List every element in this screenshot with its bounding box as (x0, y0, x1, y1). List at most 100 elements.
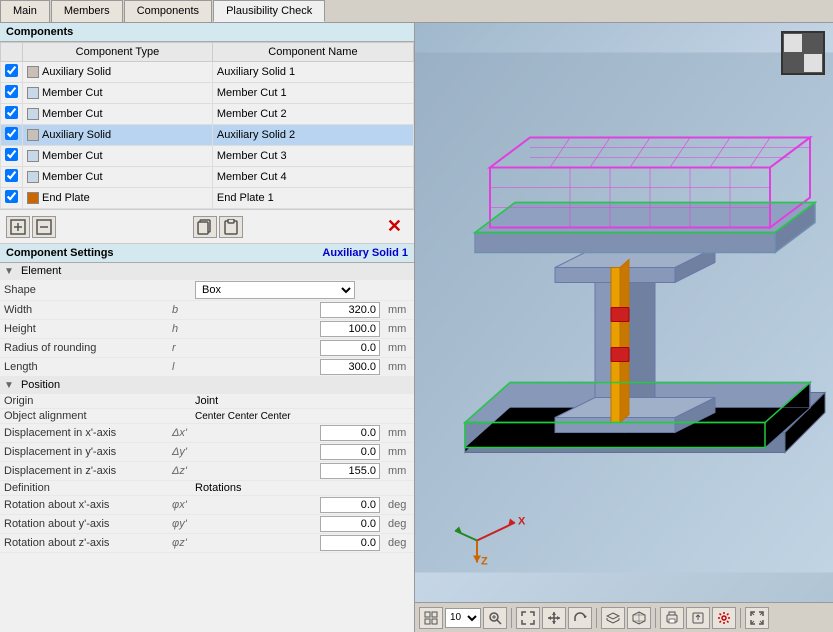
field-value[interactable] (191, 534, 384, 553)
component-name: Auxiliary Solid 1 (212, 62, 413, 83)
field-value: Center Center Center (191, 409, 384, 424)
component-checkbox[interactable] (1, 83, 23, 104)
group-toggle[interactable]: ▼ (4, 380, 14, 391)
shape-select[interactable]: Box (195, 281, 355, 299)
component-row[interactable]: End Plate End Plate 1 (1, 188, 414, 209)
settings-field-row: Radius of rounding r mm (0, 339, 414, 358)
field-input[interactable] (320, 321, 380, 337)
field-unit: deg (384, 496, 414, 515)
add-component-btn[interactable] (6, 216, 30, 238)
field-value[interactable] (191, 424, 384, 443)
field-value[interactable] (191, 496, 384, 515)
view-rotate-btn[interactable] (568, 607, 592, 629)
field-input[interactable] (320, 425, 380, 441)
field-value[interactable]: Box (191, 280, 414, 301)
field-symbol: h (168, 320, 191, 339)
view-layers-btn[interactable] (601, 607, 625, 629)
component-checkbox[interactable] (1, 188, 23, 209)
tab-main[interactable]: Main (0, 0, 50, 22)
tab-members[interactable]: Members (51, 0, 123, 22)
component-type: Member Cut (23, 146, 213, 167)
field-symbol: Δz' (168, 462, 191, 481)
view-fit-btn[interactable] (516, 607, 540, 629)
zoom-select[interactable]: 10 (445, 608, 481, 628)
field-symbol: b (168, 301, 191, 320)
component-color (27, 171, 39, 183)
field-label: Shape (0, 280, 191, 301)
field-input[interactable] (320, 444, 380, 460)
field-value[interactable] (191, 515, 384, 534)
field-label: Height (0, 320, 168, 339)
component-checkbox[interactable] (1, 125, 23, 146)
3d-view[interactable]: X Z (415, 23, 833, 602)
component-name: Member Cut 1 (212, 83, 413, 104)
zoom-btn[interactable] (483, 607, 507, 629)
field-input[interactable] (320, 497, 380, 513)
cube-cell-tl (783, 33, 803, 53)
component-row[interactable]: Member Cut Member Cut 3 (1, 146, 414, 167)
component-row[interactable]: Member Cut Member Cut 1 (1, 83, 414, 104)
component-checkbox[interactable] (1, 62, 23, 83)
settings-field-row: Length l mm (0, 358, 414, 377)
field-unit: mm (384, 462, 414, 481)
component-checkbox[interactable] (1, 167, 23, 188)
group-toggle[interactable]: ▼ (4, 266, 14, 277)
field-label: Origin (0, 394, 168, 409)
remove-component-btn[interactable] (32, 216, 56, 238)
group-label: Element (21, 265, 61, 277)
component-checkbox[interactable] (1, 104, 23, 125)
field-unit (384, 409, 414, 424)
field-symbol: Δy' (168, 443, 191, 462)
component-checkbox[interactable] (1, 146, 23, 167)
settings-field-row: Origin Joint (0, 394, 414, 409)
tab-plausibility[interactable]: Plausibility Check (213, 0, 325, 22)
field-input[interactable] (320, 359, 380, 375)
field-unit: mm (384, 301, 414, 320)
paste-btn[interactable] (219, 216, 243, 238)
settings-field-row: Displacement in z'-axis Δz' mm (0, 462, 414, 481)
component-color (27, 150, 39, 162)
field-symbol: r (168, 339, 191, 358)
settings-group-header[interactable]: ▼ Element (0, 263, 414, 280)
col-name-header: Component Name (212, 43, 413, 62)
field-input[interactable] (320, 535, 380, 551)
field-value[interactable] (191, 358, 384, 377)
field-input[interactable] (320, 340, 380, 356)
view-3d-btn[interactable] (627, 607, 651, 629)
field-input[interactable] (320, 463, 380, 479)
field-label: Displacement in y'-axis (0, 443, 168, 462)
component-row[interactable]: Auxiliary Solid Auxiliary Solid 2 (1, 125, 414, 146)
view-move-btn[interactable] (542, 607, 566, 629)
field-value[interactable] (191, 462, 384, 481)
field-input[interactable] (320, 302, 380, 318)
delete-btn[interactable]: ✕ (381, 214, 408, 239)
component-name: Member Cut 2 (212, 104, 413, 125)
field-value[interactable] (191, 320, 384, 339)
component-row[interactable]: Member Cut Member Cut 2 (1, 104, 414, 125)
fullscreen-btn[interactable] (745, 607, 769, 629)
settings-view-btn[interactable] (712, 607, 736, 629)
export-btn[interactable] (686, 607, 710, 629)
toolbar-sep-1 (511, 608, 512, 628)
copy-btn[interactable] (193, 216, 217, 238)
field-value[interactable] (191, 339, 384, 358)
field-input[interactable] (320, 516, 380, 532)
component-color (27, 66, 39, 78)
component-row[interactable]: Auxiliary Solid Auxiliary Solid 1 (1, 62, 414, 83)
field-value[interactable] (191, 443, 384, 462)
view-orientation-cube[interactable] (781, 31, 825, 75)
cube-cell-br (803, 53, 823, 73)
components-table: Component Type Component Name Auxiliary … (0, 42, 414, 209)
components-header: Components (0, 23, 414, 42)
view-grid-btn[interactable] (419, 607, 443, 629)
tab-components[interactable]: Components (124, 0, 212, 22)
component-type: Member Cut (23, 167, 213, 188)
field-value[interactable] (191, 301, 384, 320)
toolbar-sep-4 (740, 608, 741, 628)
component-row[interactable]: Member Cut Member Cut 4 (1, 167, 414, 188)
settings-group-header[interactable]: ▼ Position (0, 377, 414, 394)
field-label: Length (0, 358, 168, 377)
print-btn[interactable] (660, 607, 684, 629)
toolbar-sep-2 (596, 608, 597, 628)
settings-section: Component Settings Auxiliary Solid 1 ▼ E… (0, 244, 414, 632)
